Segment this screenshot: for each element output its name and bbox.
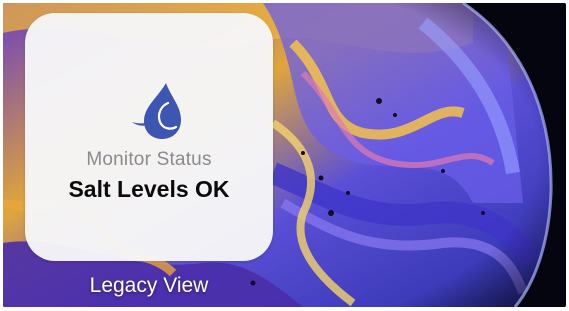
- status-widget[interactable]: Monitor Status Salt Levels OK: [25, 13, 273, 261]
- water-drop-icon: [132, 83, 181, 139]
- status-value: Salt Levels OK: [68, 176, 230, 202]
- widget-title: Legacy View: [89, 274, 209, 297]
- status-caption: Monitor Status: [86, 149, 212, 170]
- home-screen: Monitor Status Salt Levels OK Legacy Vie…: [3, 3, 566, 307]
